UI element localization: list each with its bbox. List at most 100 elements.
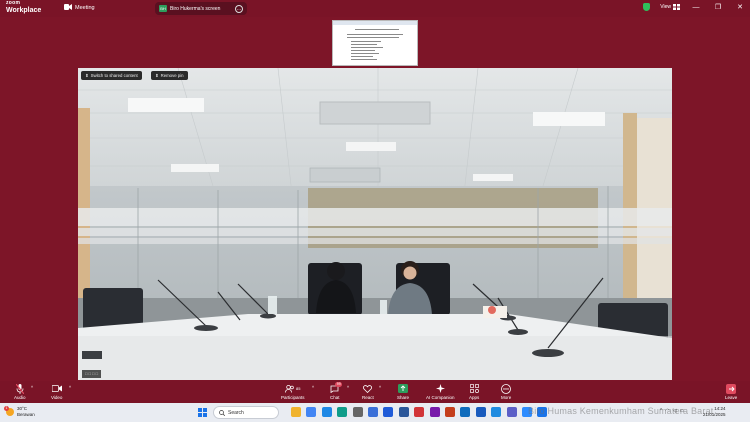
audio-options-chevron-icon[interactable]: ^ [31,385,33,390]
audio-label: Audio [14,395,26,400]
doc-line [355,29,399,30]
doc-line [351,53,379,54]
doc-line [351,47,383,48]
dropbox-icon[interactable] [383,407,394,417]
camera-icon [51,383,62,394]
remove-pin-label: Remove pin [160,73,184,78]
chat-icon: 99 [330,382,343,394]
store-icon[interactable] [368,407,378,417]
more-icon [501,383,512,394]
taskbar-clock[interactable]: 14:24 21/01/2025 [703,406,726,418]
doc-line [347,37,399,38]
participants-icon: 85 [285,383,300,394]
outlook-icon[interactable] [460,407,471,417]
more-button[interactable]: More [501,383,511,400]
chrome-icon[interactable] [306,407,317,417]
leave-button[interactable]: Leave [725,383,737,400]
share-title: Biro Hukerma's screen [170,5,221,12]
share-label: Share [397,395,410,400]
chat-button[interactable]: 99 Chat [330,382,343,400]
apps-label: Apps [469,395,480,400]
share-button[interactable]: Share [397,383,409,400]
battery-icon[interactable]: ▭ [680,408,685,414]
view-grid-icon [673,4,680,10]
doc-line [351,59,377,60]
security-shield-icon[interactable] [643,3,651,11]
doc-line [351,56,373,57]
meeting-label: Meeting [75,5,95,11]
doc-line [351,41,381,42]
switch-to-shared-content-button[interactable]: ⬍ Switch to shared content [81,71,142,80]
taskbar-search-box[interactable]: Search [213,406,279,419]
clock-date: 21/01/2025 [703,412,726,417]
view-label: View [660,4,671,10]
weather-sun-icon: 1 [4,406,14,416]
chat-label: Chat [330,395,340,400]
word2-icon[interactable] [475,407,486,417]
windows-taskbar: 1 30°C Berawan Search Biro Humas Kemenku… [0,403,750,422]
zoom-workplace-logo: zoom Workplace [6,0,41,15]
maximize-button[interactable]: ❐ [712,3,724,11]
meeting-toolbar: Audio ^ Video ^ 85 Participants ^ 99 Cha… [0,381,750,403]
video-button[interactable]: Video [51,383,62,400]
screen-share-indicator[interactable]: BH Biro Hukerma's screen … [155,2,247,15]
more-options-icon[interactable]: … [235,4,243,13]
apps-button[interactable]: Apps [469,383,479,400]
chat-options-chevron-icon[interactable]: ^ [347,385,349,390]
audio-button[interactable]: Audio [14,383,26,400]
meeting-menu[interactable]: Meeting [64,4,95,12]
video-options-chevron-icon[interactable]: ^ [69,385,71,390]
view-button[interactable]: View [660,4,680,10]
leave-icon [726,383,737,394]
word-icon[interactable] [398,407,409,417]
onenote-icon[interactable] [429,407,440,417]
volume-icon[interactable]: ◁ [673,408,677,414]
ai-companion-button[interactable]: AI Companion [426,383,455,400]
react-button[interactable]: React [362,383,374,400]
start-button[interactable] [198,408,207,417]
tray-chevron-icon[interactable]: ^ [660,408,662,414]
doc-line [351,50,375,51]
weather-widget[interactable]: 1 30°C Berawan [4,406,35,418]
minimize-button[interactable]: — [690,4,702,11]
teams-icon[interactable] [506,407,517,417]
participants-button[interactable]: 85 Participants [281,383,305,400]
share-screen-icon [398,383,408,394]
doc-line [347,34,403,35]
remove-pin-button[interactable]: ⬍ Remove pin [151,71,188,80]
settings-icon[interactable] [352,407,363,417]
microphone-muted-icon [15,383,24,394]
sharer-badge: BH [159,5,167,12]
more-label: More [501,395,512,400]
weather-description: Berawan [17,412,35,417]
participant-name-tag: □ □ □ □ [82,370,101,378]
file-explorer-icon[interactable] [291,407,301,417]
leave-label: Leave [725,395,738,400]
system-tray: ^ ◠ ◁ ▭ [660,408,684,414]
logo-zoom-text: zoom [6,0,21,6]
heart-icon [363,383,373,394]
participants-options-chevron-icon[interactable]: ^ [312,385,314,390]
main-video-feed[interactable]: ⬍ Switch to shared content ⬍ Remove pin … [78,68,672,380]
ai-companion-label: AI Companion [426,395,455,400]
search-icon [219,409,225,416]
gallery-icon[interactable] [321,407,332,417]
participants-label: Participants [281,395,305,400]
meeting-room-scene [78,68,672,380]
shared-content-thumbnail[interactable] [332,20,418,66]
pin-icon: ⬍ [155,73,159,78]
close-button[interactable]: ✕ [734,3,746,11]
search-placeholder: Search [228,409,244,416]
switch-icon: ⬍ [85,73,89,78]
doc-line [351,44,377,45]
wifi-icon[interactable]: ◠ [665,408,669,414]
apps-icon [469,383,479,394]
powerpoint-icon[interactable] [445,407,455,417]
thumbnail-toolbar [333,21,417,25]
globe-icon[interactable] [491,407,502,417]
app-red-icon[interactable] [414,407,425,417]
meeting-icon [64,4,72,12]
react-options-chevron-icon[interactable]: ^ [379,385,381,390]
edge-icon[interactable] [337,407,348,417]
react-label: React [362,395,374,400]
